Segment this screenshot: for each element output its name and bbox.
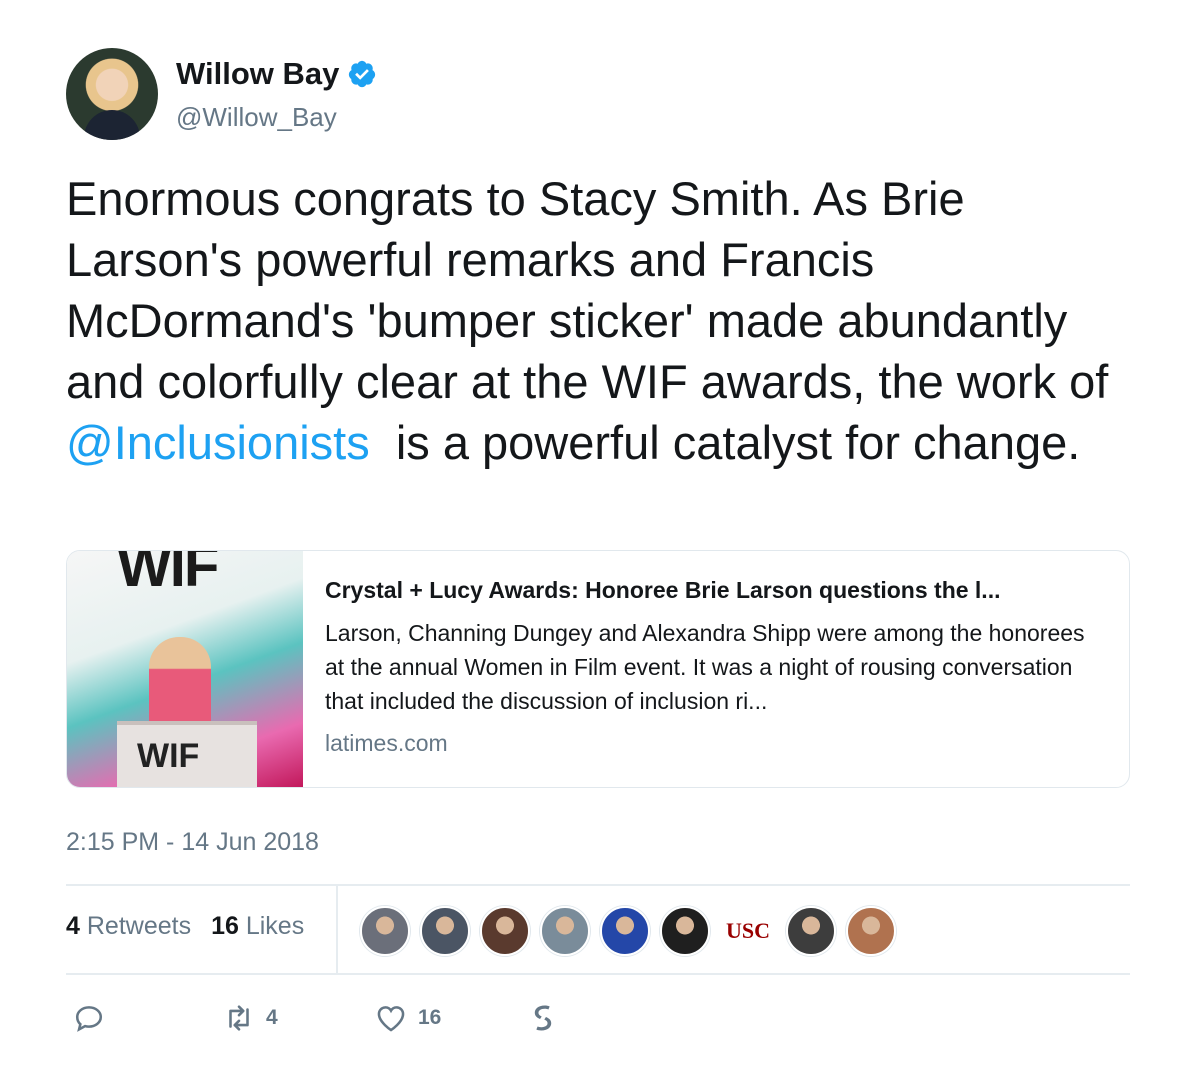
card-title[interactable]: Crystal + Lucy Awards: Honoree Brie Lars… <box>325 577 1105 604</box>
tweet-text-after: is a powerful catalyst for change. <box>369 416 1081 469</box>
tweet-text-before: Enormous congrats to Stacy Smith. As Bri… <box>66 172 1122 408</box>
liker-avatar[interactable] <box>540 906 590 956</box>
retweet-icon <box>229 1005 249 1031</box>
verified-badge-icon <box>347 59 377 89</box>
retweets-stat[interactable]: 4 Retweets <box>66 912 191 941</box>
divider-top <box>66 884 1130 886</box>
card-image-logo-top: WIF <box>117 550 219 599</box>
liker-avatar[interactable] <box>786 906 836 956</box>
like-button[interactable]: 16 <box>374 1001 526 1035</box>
likes-stat[interactable]: 16 Likes <box>211 912 304 941</box>
reply-button[interactable] <box>72 1001 222 1035</box>
card-description: Larson, Channing Dungey and Alexandra Sh… <box>325 620 1085 714</box>
share-s-icon <box>534 1005 552 1031</box>
tweet-text: Enormous congrats to Stacy Smith. As Bri… <box>66 168 1146 473</box>
tweet-timestamp[interactable]: 2:15 PM - 14 Jun 2018 <box>66 828 319 857</box>
liker-avatar[interactable] <box>600 906 650 956</box>
card-domain: latimes.com <box>325 730 448 756</box>
likes-count: 16 <box>211 912 239 940</box>
liker-avatar[interactable] <box>660 906 710 956</box>
author-handle[interactable]: @Willow_Bay <box>176 102 337 133</box>
divider-bottom <box>66 973 1130 975</box>
liker-avatar[interactable]: USC <box>720 906 776 956</box>
like-count: 16 <box>418 1006 442 1029</box>
card-image[interactable]: WIF WIF <box>67 551 303 787</box>
author-name-row[interactable]: Willow Bay <box>176 56 377 92</box>
heart-icon <box>377 1006 405 1032</box>
retweet-button[interactable]: 4 <box>222 1001 374 1035</box>
mention-link[interactable]: @Inclusionists <box>66 416 370 469</box>
tweet-stats: 4 Retweets 16 Likes <box>66 912 304 941</box>
liker-avatar[interactable] <box>420 906 470 956</box>
liker-avatar[interactable] <box>360 906 410 956</box>
likes-label: Likes <box>245 912 305 940</box>
reply-icon <box>75 1006 103 1032</box>
retweets-count: 4 <box>66 912 80 940</box>
card-image-logo-bottom: WIF <box>137 737 200 775</box>
share-button[interactable] <box>526 1001 560 1035</box>
liker-avatar[interactable] <box>846 906 896 956</box>
stats-divider <box>336 886 338 973</box>
link-card[interactable]: WIF WIF Crystal + Lucy Awards: Honoree B… <box>66 550 1130 788</box>
liker-avatar[interactable] <box>480 906 530 956</box>
card-content[interactable]: Crystal + Lucy Awards: Honoree Brie Lars… <box>303 551 1129 787</box>
tweet: Willow Bay @Willow_Bay Enormous congrats… <box>0 0 1200 1078</box>
author-name[interactable]: Willow Bay <box>176 56 339 92</box>
retweets-label: Retweets <box>86 912 192 940</box>
likers-avatars: USC <box>360 906 896 956</box>
retweet-count: 4 <box>266 1006 278 1029</box>
avatar[interactable] <box>66 48 158 140</box>
tweet-actions: 4 16 <box>72 998 560 1038</box>
